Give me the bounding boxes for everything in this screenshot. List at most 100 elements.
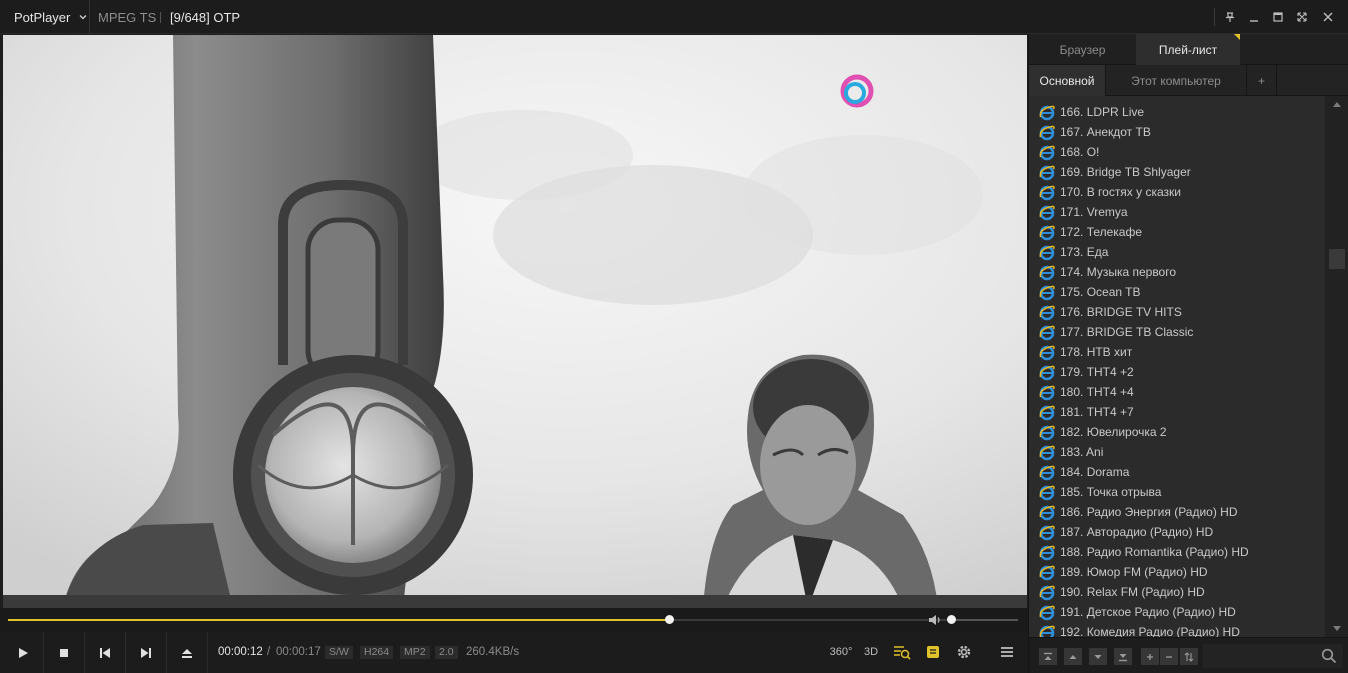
tab-active-marker bbox=[1234, 34, 1240, 40]
menu-icon[interactable] bbox=[994, 640, 1020, 664]
subtab-add-button[interactable]: + bbox=[1247, 65, 1277, 96]
control-bar: 00:00:12 / 00:00:17 S/W H264 MP2 2.0 260… bbox=[0, 632, 1028, 673]
internet-explorer-icon bbox=[1039, 525, 1055, 541]
app-menu-button[interactable]: PotPlayer bbox=[0, 0, 90, 34]
playlist-item[interactable]: 184. Dorama bbox=[1029, 462, 1325, 482]
internet-explorer-icon bbox=[1039, 265, 1055, 281]
playlist-scrollbar[interactable] bbox=[1325, 96, 1348, 637]
pin-icon[interactable] bbox=[1218, 0, 1242, 34]
eject-icon[interactable] bbox=[167, 632, 208, 673]
tab-playlist[interactable]: Плей-лист bbox=[1136, 34, 1240, 65]
playlist-item[interactable]: 187. Авторадио (Радио) HD bbox=[1029, 522, 1325, 542]
playlist-item[interactable]: 181. ТНТ4 +7 bbox=[1029, 402, 1325, 422]
move-down-icon[interactable] bbox=[1089, 648, 1107, 665]
scroll-up-arrow-icon[interactable] bbox=[1325, 96, 1348, 112]
playlist-item[interactable]: 173. Еда bbox=[1029, 242, 1325, 262]
move-up-icon[interactable] bbox=[1064, 648, 1082, 665]
playlist-item[interactable]: 182. Ювелирочка 2 bbox=[1029, 422, 1325, 442]
internet-explorer-icon bbox=[1039, 585, 1055, 601]
playlist[interactable]: 166. LDPR Live 167. Анекдот ТВ 168. О! 169.… bbox=[1029, 96, 1325, 637]
playlist-item[interactable]: 177. BRIDGE ТВ Classic bbox=[1029, 322, 1325, 342]
add-icon[interactable] bbox=[1141, 648, 1159, 665]
playlist-item[interactable]: 190. Relax FM (Радио) HD bbox=[1029, 582, 1325, 602]
stop-icon[interactable] bbox=[44, 632, 85, 673]
title-bar: PotPlayer MPEG TS [9/648] ОТР bbox=[0, 0, 1348, 34]
scrollbar-thumb[interactable] bbox=[1329, 248, 1345, 269]
playlist-item[interactable]: 183. Ani bbox=[1029, 442, 1325, 462]
fullscreen-icon[interactable] bbox=[1290, 0, 1314, 34]
seek-bar[interactable] bbox=[8, 619, 1018, 621]
playlist-item[interactable]: 171. Vremya bbox=[1029, 202, 1325, 222]
app-name: PotPlayer bbox=[14, 9, 71, 25]
sw-decoder-badge[interactable]: S/W bbox=[325, 646, 353, 659]
playlist-item-label: 174. Музыка первого bbox=[1060, 265, 1177, 279]
playlist-item[interactable]: 189. Юмор FM (Радио) HD bbox=[1029, 562, 1325, 582]
move-top-icon[interactable] bbox=[1039, 648, 1057, 665]
playlist-item-label: 192. Комедия Радио (Радио) HD bbox=[1060, 625, 1240, 637]
subtab-this-computer[interactable]: Этот компьютер bbox=[1106, 65, 1247, 96]
playlist-item[interactable]: 175. Ocean TB bbox=[1029, 282, 1325, 302]
internet-explorer-icon bbox=[1039, 405, 1055, 421]
playlist-item[interactable]: 167. Анекдот ТВ bbox=[1029, 122, 1325, 142]
playlist-item[interactable]: 174. Музыка первого bbox=[1029, 262, 1325, 282]
subtitles-icon[interactable] bbox=[920, 640, 946, 664]
search-icon[interactable] bbox=[1321, 648, 1337, 664]
playlist-item-label: 179. ТНТ4 +2 bbox=[1060, 365, 1134, 379]
playlist-item[interactable]: 192. Комедия Радио (Радио) HD bbox=[1029, 622, 1325, 637]
playlist-item[interactable]: 178. НТВ хит bbox=[1029, 342, 1325, 362]
playlist-item[interactable]: 180. ТНТ4 +4 bbox=[1029, 382, 1325, 402]
play-icon[interactable] bbox=[3, 632, 44, 673]
playlist-item-label: 169. Bridge ТВ Shlyager bbox=[1060, 165, 1191, 179]
playlist-item[interactable]: 186. Радио Энергия (Радио) HD bbox=[1029, 502, 1325, 522]
playlist-item[interactable]: 168. О! bbox=[1029, 142, 1325, 162]
remove-icon[interactable] bbox=[1160, 648, 1178, 665]
minimize-icon[interactable] bbox=[1242, 0, 1266, 34]
playlist-item[interactable]: 170. В гостях у сказки bbox=[1029, 182, 1325, 202]
playlist-item[interactable]: 185. Точка отрыва bbox=[1029, 482, 1325, 502]
playlist-item[interactable]: 166. LDPR Live bbox=[1029, 102, 1325, 122]
playlist-item-label: 191. Детское Радио (Радио) HD bbox=[1060, 605, 1236, 619]
playlist-item-label: 172. Телекафе bbox=[1060, 225, 1143, 239]
playlist-item-label: 188. Радио Romantika (Радио) HD bbox=[1060, 545, 1249, 559]
seek-bar-handle[interactable] bbox=[665, 615, 675, 624]
playlist-search-input[interactable] bbox=[1203, 644, 1343, 668]
vr-360-button[interactable]: 360° bbox=[828, 640, 854, 664]
playlist-item-label: 180. ТНТ4 +4 bbox=[1060, 385, 1134, 399]
previous-icon[interactable] bbox=[85, 632, 126, 673]
video-frame[interactable] bbox=[3, 35, 1027, 608]
sort-icon[interactable] bbox=[1180, 648, 1198, 665]
playlist-item[interactable]: 169. Bridge ТВ Shlyager bbox=[1029, 162, 1325, 182]
media-format-label: MPEG TS bbox=[98, 10, 157, 25]
video-codec-badge[interactable]: H264 bbox=[360, 646, 394, 659]
3d-button[interactable]: 3D bbox=[858, 640, 884, 664]
tab-browser[interactable]: Браузер bbox=[1029, 34, 1136, 65]
volume-handle[interactable] bbox=[947, 615, 956, 624]
internet-explorer-icon bbox=[1039, 625, 1055, 637]
internet-explorer-icon bbox=[1039, 425, 1055, 441]
playlist-item-label: 167. Анекдот ТВ bbox=[1060, 125, 1151, 139]
subtab-main[interactable]: Основной bbox=[1029, 65, 1106, 96]
subtab-this-computer-label: Этот компьютер bbox=[1131, 73, 1221, 88]
maximize-icon[interactable] bbox=[1266, 0, 1290, 34]
video-frame-image bbox=[3, 35, 1027, 608]
playlist-item[interactable]: 172. Телекафе bbox=[1029, 222, 1325, 242]
audio-codec-badge[interactable]: MP2 bbox=[400, 646, 430, 659]
close-icon[interactable] bbox=[1316, 0, 1340, 34]
audio-channels-badge[interactable]: 2.0 bbox=[435, 646, 458, 659]
playlist-item[interactable]: 176. BRIDGE TV HITS bbox=[1029, 302, 1325, 322]
move-bottom-icon[interactable] bbox=[1114, 648, 1132, 665]
volume-slider[interactable] bbox=[948, 619, 1018, 621]
volume-icon[interactable] bbox=[927, 613, 943, 627]
scroll-down-arrow-icon[interactable] bbox=[1325, 621, 1348, 637]
playlist-item[interactable]: 191. Детское Радио (Радио) HD bbox=[1029, 602, 1325, 622]
playlist-item[interactable]: 179. ТНТ4 +2 bbox=[1029, 362, 1325, 382]
playlist-search-icon[interactable] bbox=[889, 640, 915, 664]
next-icon[interactable] bbox=[126, 632, 167, 673]
internet-explorer-icon bbox=[1039, 505, 1055, 521]
internet-explorer-icon bbox=[1039, 285, 1055, 301]
playlist-item[interactable]: 188. Радио Romantika (Радио) HD bbox=[1029, 542, 1325, 562]
internet-explorer-icon bbox=[1039, 565, 1055, 581]
settings-gear-icon[interactable] bbox=[951, 640, 977, 664]
window-title: [9/648] ОТР bbox=[170, 10, 241, 25]
internet-explorer-icon bbox=[1039, 245, 1055, 261]
